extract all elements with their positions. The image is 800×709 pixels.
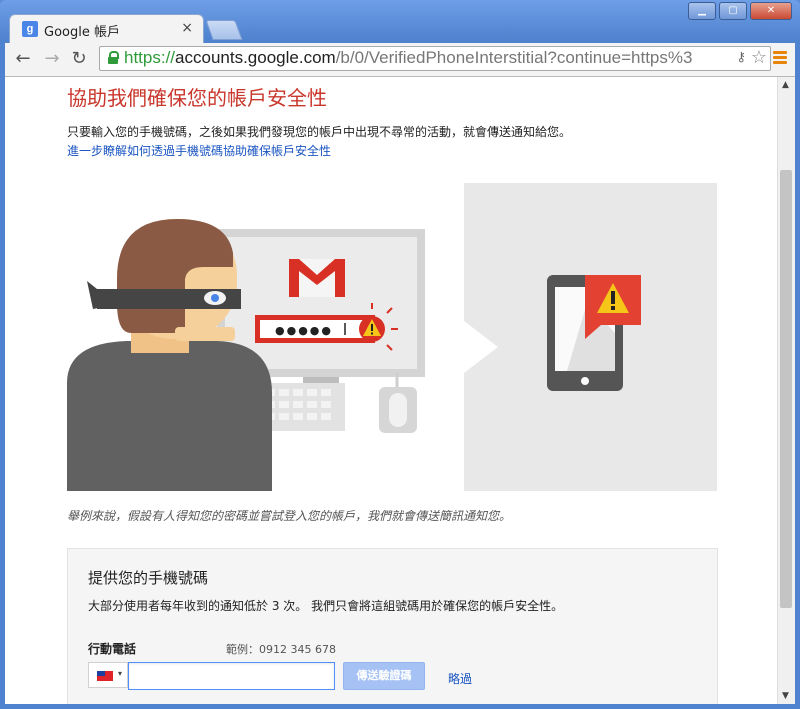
scroll-up-icon[interactable]: ▲ — [782, 80, 789, 90]
browser-tab[interactable]: g Google 帳戶 × — [9, 14, 204, 44]
url-host: accounts.google.com — [175, 48, 336, 67]
reload-button[interactable]: ↻ — [68, 48, 90, 70]
chevron-down-icon: ▾ — [118, 669, 123, 678]
close-window-button[interactable]: ✕ — [750, 2, 792, 20]
phone-form-card: 提供您的手機號碼 大部分使用者每年收到的通知低於 3 次。 我們只會將這組號碼用… — [67, 548, 718, 704]
scroll-down-icon[interactable]: ▼ — [782, 691, 789, 701]
url-scheme: https:// — [124, 48, 176, 67]
security-illustration: ●●●●● — [67, 183, 717, 491]
skip-link[interactable]: 略過 — [448, 670, 472, 687]
taiwan-flag-icon — [97, 671, 113, 681]
scrollbar-thumb[interactable] — [780, 170, 792, 608]
form-title: 提供您的手機號碼 — [88, 569, 209, 587]
send-code-button[interactable]: 傳送驗證碼 — [343, 662, 425, 690]
phone-label: 行動電話 — [88, 642, 137, 656]
page-content: 協助我們確保您的帳戶安全性 只要輸入您的手機號碼，之後如果我們發現您的帳戶中出現… — [5, 77, 777, 704]
minimize-button[interactable]: ▁ — [688, 2, 716, 20]
phone-example: 範例：0912 345 678 — [226, 643, 336, 656]
tab-close-icon[interactable]: × — [181, 20, 193, 36]
url-path: /b/0/VerifiedPhoneInterstitial?continue=… — [335, 48, 693, 67]
browser-toolbar: ← → ↻ https://accounts.google.com/b/0/Ve… — [5, 43, 795, 77]
password-dots: ●●●●● — [275, 324, 333, 337]
lock-icon — [108, 51, 119, 64]
address-bar[interactable]: https://accounts.google.com/b/0/Verified… — [99, 46, 771, 71]
phone-panel-illustration — [464, 183, 717, 491]
illustration-caption: 舉例來說，假設有人得知您的密碼並嘗試登入您的帳戶，我們就會傳送簡訊通知您。 — [67, 509, 512, 523]
maximize-button[interactable]: ▢ — [719, 2, 747, 20]
google-favicon-icon: g — [22, 21, 38, 37]
country-selector[interactable]: ▾ — [88, 662, 128, 688]
back-button[interactable]: ← — [12, 48, 34, 70]
learn-more-link[interactable]: 進一步瞭解如何透過手機號碼協助確保帳戶安全性 — [67, 142, 331, 159]
forward-button[interactable]: → — [41, 48, 63, 70]
chrome-menu-icon[interactable] — [773, 51, 787, 66]
bookmark-star-icon[interactable]: ☆ — [751, 47, 767, 68]
intro-text: 只要輸入您的手機號碼，之後如果我們發現您的帳戶中出現不尋常的活動，就會傳送通知給… — [67, 125, 572, 139]
phone-number-input[interactable] — [128, 662, 335, 690]
form-description: 大部分使用者每年收到的通知低於 3 次。 我們只會將這組號碼用於確保您的帳戶安全… — [88, 599, 564, 613]
url-text: https://accounts.google.com/b/0/Verified… — [124, 48, 692, 68]
window-controls: ▁ ▢ ✕ — [685, 2, 792, 20]
vertical-scrollbar[interactable]: ▲ ▼ — [777, 77, 795, 704]
page-title: 協助我們確保您的帳戶安全性 — [67, 86, 327, 110]
key-icon[interactable]: ⚷ — [736, 50, 746, 65]
tab-title: Google 帳戶 — [44, 25, 120, 40]
